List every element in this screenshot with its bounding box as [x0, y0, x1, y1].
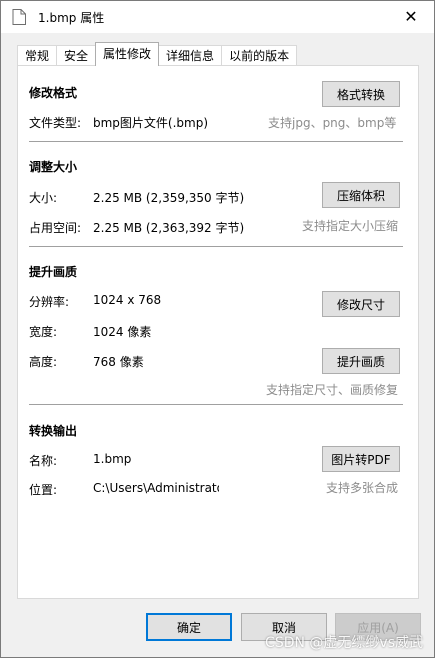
size-label: 大小: [29, 191, 58, 205]
file-type-value: bmp图片文件(.bmp) [93, 116, 209, 130]
location-value: C:\Users\Administrato [93, 481, 219, 495]
name-label: 名称: [29, 454, 58, 468]
divider [29, 246, 403, 247]
divider [29, 141, 403, 142]
compress-button[interactable]: 压缩体积 [322, 182, 400, 208]
resize-dimensions-button[interactable]: 修改尺寸 [322, 291, 400, 317]
disk-size-label: 占用空间: [29, 221, 82, 235]
tab-security[interactable]: 安全 [56, 45, 97, 66]
resize-hint: 支持指定大小压缩 [302, 219, 399, 233]
watermark-text: CSDN @虚无缥缈vs威武 [265, 635, 423, 651]
location-label: 位置: [29, 483, 58, 497]
disk-size-value: 2.25 MB (2,363,392 字节) [93, 221, 245, 235]
window-title: 1.bmp 属性 [38, 11, 105, 25]
output-heading: 转换输出 [29, 424, 78, 438]
tab-previous-versions[interactable]: 以前的版本 [221, 45, 298, 66]
tab-details[interactable]: 详细信息 [158, 45, 223, 66]
height-value: 768 像素 [93, 355, 144, 369]
title-bar[interactable]: 1.bmp 属性 ✕ [1, 1, 434, 33]
quality-heading: 提升画质 [29, 265, 78, 279]
divider [29, 404, 403, 405]
height-label: 高度: [29, 355, 58, 369]
resolution-label: 分辨率: [29, 295, 70, 309]
resolution-value: 1024 x 768 [93, 293, 162, 307]
close-icon[interactable]: ✕ [388, 1, 434, 32]
dialog-body: 常规 安全 属性修改 详细信息 以前的版本 修改格式 格式转换 文件类型: bm… [1, 33, 434, 657]
name-value: 1.bmp [93, 452, 132, 466]
width-value: 1024 像素 [93, 325, 152, 339]
output-hint: 支持多张合成 [326, 481, 399, 495]
tab-panel: 修改格式 格式转换 文件类型: bmp图片文件(.bmp) 支持jpg、png、… [17, 65, 419, 599]
file-type-label: 文件类型: [29, 116, 82, 130]
file-icon [12, 9, 26, 25]
tab-strip: 常规 安全 属性修改 详细信息 以前的版本 [17, 42, 298, 66]
quality-hint: 支持指定尺寸、画质修复 [266, 383, 399, 397]
tab-general[interactable]: 常规 [17, 45, 58, 66]
ok-button[interactable]: 确定 [146, 613, 232, 641]
properties-dialog: 1.bmp 属性 ✕ 常规 安全 属性修改 详细信息 以前的版本 修改格式 格式… [0, 0, 435, 658]
format-heading: 修改格式 [29, 86, 78, 100]
width-label: 宽度: [29, 325, 58, 339]
size-value: 2.25 MB (2,359,350 字节) [93, 191, 245, 205]
convert-format-button[interactable]: 格式转换 [322, 81, 400, 107]
tab-attribute-edit[interactable]: 属性修改 [95, 42, 160, 66]
resize-heading: 调整大小 [29, 160, 78, 174]
enhance-quality-button[interactable]: 提升画质 [322, 348, 400, 374]
format-hint: 支持jpg、png、bmp等 [268, 116, 397, 130]
image-to-pdf-button[interactable]: 图片转PDF [322, 446, 400, 472]
